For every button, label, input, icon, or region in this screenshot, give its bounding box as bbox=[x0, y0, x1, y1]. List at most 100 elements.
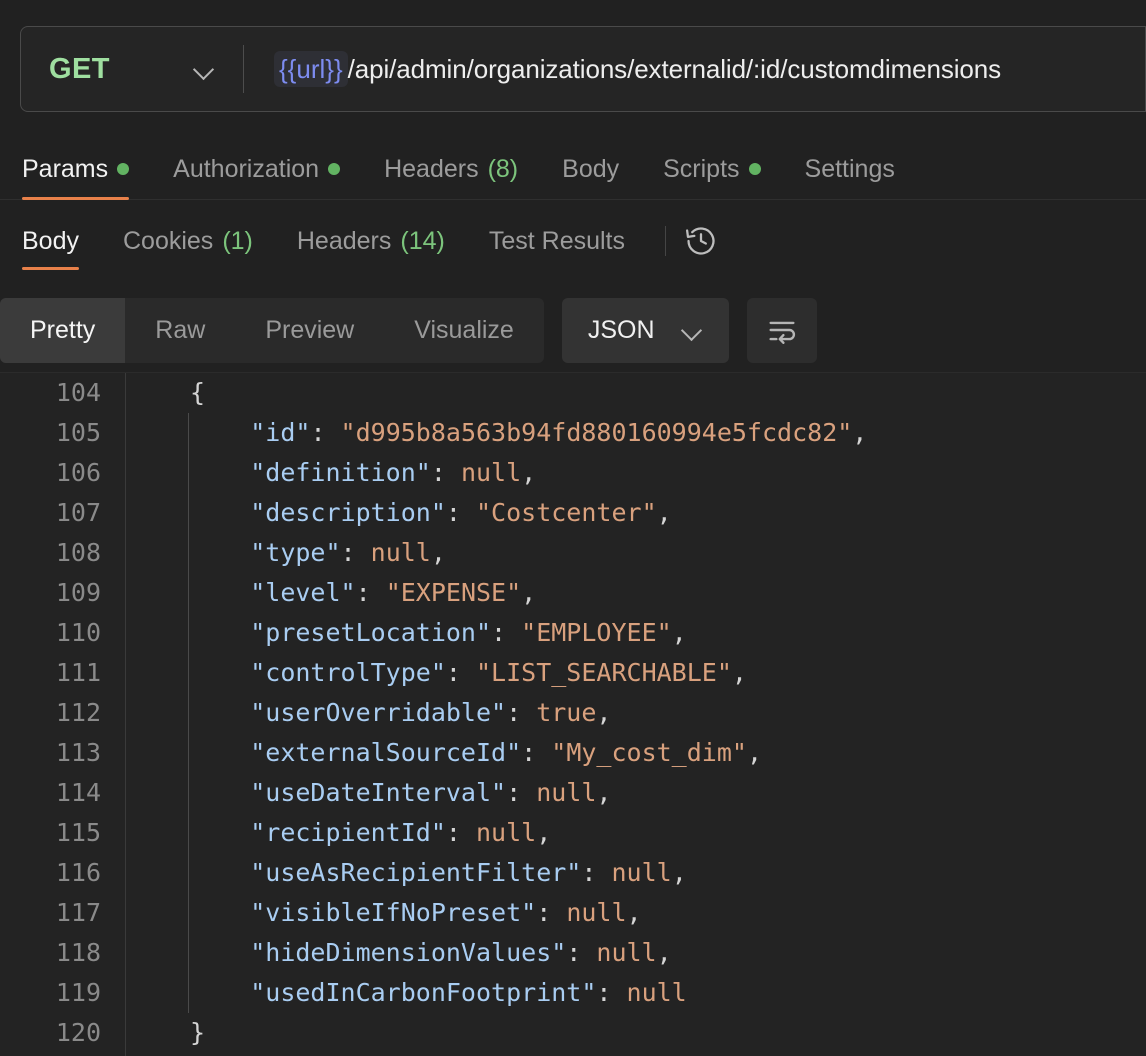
code-token-k: "externalSourceId" bbox=[250, 738, 522, 767]
response-tab-body[interactable]: Body bbox=[22, 210, 101, 272]
line-number: 114 bbox=[55, 778, 101, 807]
code-line: } bbox=[190, 1013, 1146, 1053]
code-token-p: , bbox=[536, 818, 552, 847]
code-token-p: , bbox=[596, 698, 612, 727]
tabs-divider bbox=[665, 226, 667, 256]
code-token-p: : bbox=[596, 978, 627, 1007]
code-token-k: "hideDimensionValues" bbox=[250, 938, 567, 967]
code-token-p: , bbox=[656, 498, 672, 527]
code-token-p: : bbox=[566, 938, 597, 967]
format-preview-button[interactable]: Preview bbox=[235, 298, 384, 363]
response-format-toolbar: Pretty Raw Preview Visualize JSON bbox=[0, 295, 1146, 365]
tab-scripts[interactable]: Scripts bbox=[641, 138, 782, 200]
code-line: "visibleIfNoPreset": null, bbox=[190, 893, 1146, 933]
format-pretty-button[interactable]: Pretty bbox=[0, 297, 126, 363]
tab-settings[interactable]: Settings bbox=[783, 138, 917, 200]
line-number: 108 bbox=[55, 538, 101, 567]
code-line: "externalSourceId": "My_cost_dim", bbox=[190, 733, 1146, 773]
code-token-k: "definition" bbox=[250, 458, 431, 487]
code-token-p: : bbox=[310, 418, 341, 447]
code-line: "controlType": "LIST_SEARCHABLE", bbox=[190, 653, 1146, 693]
tab-body[interactable]: Body bbox=[540, 138, 641, 200]
code-token-n: null bbox=[596, 938, 657, 967]
code-token-p: , bbox=[731, 658, 747, 687]
postman-request-response-pane: GET {{url}} /api/admin/organizations/ext… bbox=[0, 0, 1146, 1056]
code-token-p: , bbox=[671, 858, 687, 887]
line-number: 113 bbox=[55, 738, 101, 767]
code-token-n: null bbox=[611, 858, 672, 887]
code-line: "presetLocation": "EMPLOYEE", bbox=[190, 613, 1146, 653]
code-line: "useAsRecipientFilter": null, bbox=[190, 853, 1146, 893]
code-token-p: , bbox=[671, 618, 687, 647]
code-line: "userOverridable": true, bbox=[190, 693, 1146, 733]
code-token-p: , bbox=[596, 778, 612, 807]
line-number: 111 bbox=[55, 658, 101, 687]
code-token-s: "LIST_SEARCHABLE" bbox=[476, 658, 732, 687]
code-token-p: { bbox=[190, 378, 206, 407]
response-tab-headers-label: Headers bbox=[296, 226, 392, 255]
line-number: 112 bbox=[55, 698, 101, 727]
tab-params[interactable]: Params bbox=[22, 138, 151, 200]
line-number: 119 bbox=[55, 978, 101, 1007]
code-line: "level": "EXPENSE", bbox=[190, 573, 1146, 613]
line-number: 118 bbox=[55, 938, 101, 967]
code-token-n: null bbox=[476, 818, 537, 847]
line-number: 107 bbox=[55, 498, 101, 527]
response-tab-test-results[interactable]: Test Results bbox=[467, 210, 647, 272]
code-token-p: : bbox=[445, 818, 476, 847]
response-tab-cookies-label: Cookies bbox=[122, 226, 214, 255]
indent-guide bbox=[188, 413, 189, 1013]
code-line: "useDateInterval": null, bbox=[190, 773, 1146, 813]
code-token-b: true bbox=[536, 698, 597, 727]
code-token-k: "recipientId" bbox=[250, 818, 446, 847]
code-line: "usedInCarbonFootprint": null bbox=[190, 973, 1146, 1013]
code-token-s: "My_cost_dim" bbox=[551, 738, 747, 767]
tab-headers-label: Headers bbox=[384, 154, 479, 183]
response-tab-cookies[interactable]: Cookies (1) bbox=[101, 210, 275, 272]
tab-headers[interactable]: Headers (8) bbox=[362, 138, 540, 200]
code-token-p: , bbox=[521, 458, 537, 487]
chevron-down-icon bbox=[193, 58, 215, 80]
response-tab-headers-count: (14) bbox=[400, 226, 445, 255]
code-token-k: "level" bbox=[250, 578, 356, 607]
code-token-k: "useDateInterval" bbox=[250, 778, 507, 807]
response-body-viewer[interactable]: 104 105 106 107 108 109 110 111 112 113 114 115 116 1… bbox=[0, 372, 1146, 1056]
code-token-p: , bbox=[521, 578, 537, 607]
http-method-label: GET bbox=[49, 52, 110, 85]
url-path-text: /api/admin/organizations/externalid/:id/… bbox=[347, 53, 1002, 84]
history-clock-icon[interactable] bbox=[678, 218, 724, 264]
code-token-p: , bbox=[430, 538, 446, 567]
unsaved-indicator-dot bbox=[117, 163, 130, 175]
code-token-n: null bbox=[566, 898, 627, 927]
language-select[interactable]: JSON bbox=[561, 297, 729, 363]
tab-settings-label: Settings bbox=[804, 154, 895, 183]
format-raw-button[interactable]: Raw bbox=[125, 298, 235, 363]
code-token-p: } bbox=[190, 1018, 206, 1047]
code-token-n: null bbox=[370, 538, 431, 567]
word-wrap-icon[interactable] bbox=[746, 297, 817, 363]
url-bar: GET {{url}} /api/admin/organizations/ext… bbox=[20, 26, 1146, 112]
http-method-selector[interactable]: GET bbox=[21, 27, 243, 111]
line-number: 104 bbox=[55, 378, 101, 407]
tab-authorization[interactable]: Authorization bbox=[151, 138, 362, 200]
code-content: { "id": "d995b8a563b94fd880160994e5fcdc8… bbox=[126, 373, 1146, 1056]
code-token-k: "presetLocation" bbox=[250, 618, 492, 647]
chevron-down-icon bbox=[681, 319, 703, 341]
url-variable-token[interactable]: {{url}} bbox=[274, 50, 348, 88]
format-visualize-button[interactable]: Visualize bbox=[384, 298, 544, 363]
code-token-p: : bbox=[536, 898, 567, 927]
code-token-k: "controlType" bbox=[250, 658, 446, 687]
line-number: 117 bbox=[55, 898, 101, 927]
url-input[interactable]: {{url}} /api/admin/organizations/externa… bbox=[244, 27, 1145, 111]
code-line: "type": null, bbox=[190, 533, 1146, 573]
line-number-gutter: 104 105 106 107 108 109 110 111 112 113 114 115 116 1… bbox=[0, 373, 126, 1056]
code-token-k: "userOverridable" bbox=[250, 698, 507, 727]
code-token-p: : bbox=[430, 458, 461, 487]
response-tab-test-results-label: Test Results bbox=[488, 226, 626, 255]
code-token-n: null bbox=[536, 778, 597, 807]
response-tab-headers[interactable]: Headers (14) bbox=[275, 210, 467, 272]
code-token-p: : bbox=[340, 538, 371, 567]
line-number: 110 bbox=[55, 618, 101, 647]
code-token-k: "usedInCarbonFootprint" bbox=[250, 978, 597, 1007]
code-token-k: "useAsRecipientFilter" bbox=[250, 858, 582, 887]
